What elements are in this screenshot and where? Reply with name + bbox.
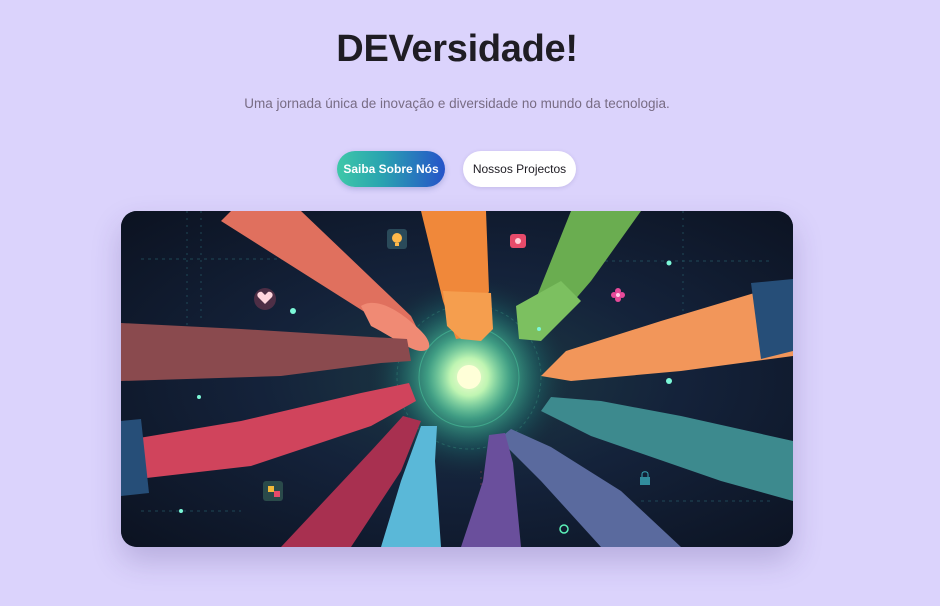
lightbulb-icon bbox=[387, 229, 407, 249]
hero-illustration bbox=[121, 211, 793, 547]
puzzle-icon bbox=[263, 481, 283, 501]
core-light bbox=[457, 365, 481, 389]
about-us-button-label: Saiba Sobre Nós bbox=[343, 162, 439, 176]
heart-icon bbox=[254, 288, 276, 310]
landing-page: DEVersidade! Uma jornada única de inovaç… bbox=[0, 0, 940, 606]
hero-image bbox=[121, 211, 793, 547]
projects-button-label: Nossos Projectos bbox=[472, 162, 567, 176]
about-us-button[interactable]: Saiba Sobre Nós bbox=[337, 151, 445, 187]
projects-button[interactable]: Nossos Projectos bbox=[463, 151, 576, 187]
chat-icon bbox=[510, 234, 526, 248]
page-subtitle: Uma jornada única de inovação e diversid… bbox=[244, 96, 670, 111]
page-title: DEVersidade! bbox=[336, 28, 578, 70]
